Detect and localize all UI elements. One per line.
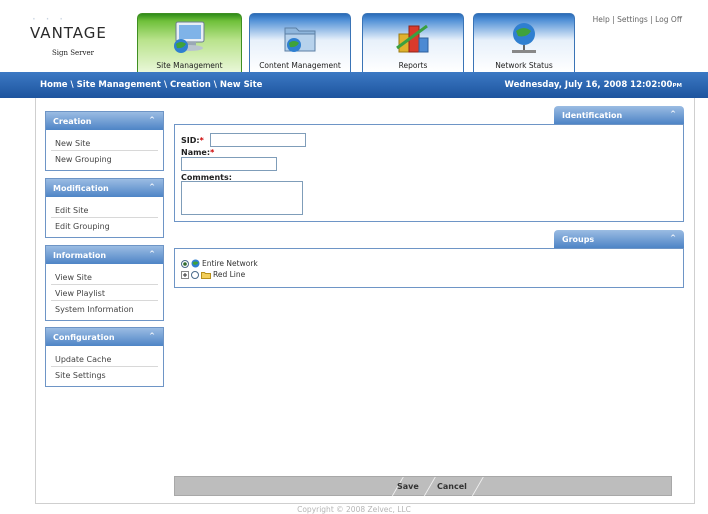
radio-selected-icon[interactable]: [181, 259, 189, 268]
datetime-text: Wednesday, July 16, 2008 12:02:00: [504, 80, 673, 90]
sidebar-item-site-settings[interactable]: Site Settings: [51, 367, 158, 382]
log-off-link[interactable]: Log Off: [655, 15, 682, 24]
sidebar-section-title: Modification: [53, 184, 109, 193]
breadcrumb: Home \ Site Management \ Creation \ New …: [40, 80, 263, 90]
save-button[interactable]: Save: [397, 482, 419, 491]
collapse-caret-icon[interactable]: ^: [670, 110, 676, 118]
bar-chart-icon: [396, 24, 429, 53]
sidebar-item-edit-site[interactable]: Edit Site: [51, 202, 158, 218]
sid-input[interactable]: [210, 133, 306, 147]
name-label: Name:*: [181, 148, 214, 157]
top-links: Help | Settings | Log Off: [592, 15, 682, 24]
sidebar-section-creation: Creation ^ New Site New Grouping: [45, 111, 164, 171]
tab-label: Network Status: [495, 61, 553, 70]
tab-network-status[interactable]: Network Status: [473, 13, 575, 72]
globe-icon: [191, 259, 200, 268]
sidebar-item-view-site[interactable]: View Site: [51, 269, 158, 285]
sid-label-text: SID:: [181, 136, 200, 145]
sidebar-item-system-information[interactable]: System Information: [51, 301, 158, 316]
sid-label: SID:*: [181, 136, 204, 145]
sidebar-section-title: Information: [53, 251, 107, 260]
panel-title: Identification: [562, 111, 623, 120]
folder-globe-icon: [284, 27, 316, 52]
collapse-caret-icon[interactable]: ^: [149, 250, 155, 258]
sidebar-item-new-site[interactable]: New Site: [51, 135, 158, 151]
action-separator: [423, 477, 436, 497]
collapse-caret-icon[interactable]: ^: [149, 332, 155, 340]
copyright-text: Copyright © 2008 Zelvec, LLC: [297, 505, 411, 514]
app-header: · · · VANTAGE Sign Server Site Managemen…: [0, 0, 708, 72]
nav-bar: Home \ Site Management \ Creation \ New …: [0, 72, 708, 98]
breadcrumb-site-management[interactable]: Site Management: [77, 80, 161, 90]
sidebar-section-title: Creation: [53, 117, 92, 126]
panel-title: Groups: [562, 235, 595, 244]
sidebar-item-view-playlist[interactable]: View Playlist: [51, 285, 158, 301]
tab-reports[interactable]: Reports: [362, 13, 464, 72]
name-label-text: Name:: [181, 148, 211, 157]
sidebar-section-header[interactable]: Information ^: [46, 246, 163, 264]
breadcrumb-home[interactable]: Home: [40, 80, 68, 90]
comments-textarea[interactable]: [181, 181, 303, 215]
radio-unselected-icon[interactable]: [191, 270, 199, 279]
groups-panel-header[interactable]: Groups ^: [554, 230, 684, 248]
logo-subtitle: Sign Server: [52, 49, 94, 57]
sidebar-section-modification: Modification ^ Edit Site Edit Grouping: [45, 178, 164, 238]
cancel-button[interactable]: Cancel: [437, 482, 467, 491]
required-marker: *: [210, 148, 215, 157]
breadcrumb-creation[interactable]: Creation: [170, 80, 211, 90]
computer-globe-icon: [173, 21, 204, 53]
settings-link[interactable]: Settings: [617, 15, 648, 24]
collapse-caret-icon[interactable]: ^: [149, 116, 155, 124]
sidebar-section-information: Information ^ View Site View Playlist Sy…: [45, 245, 164, 321]
logo-wordmark: VANTAGE: [30, 24, 107, 42]
sidebar-item-update-cache[interactable]: Update Cache: [51, 351, 158, 367]
action-bar: Save Cancel: [174, 476, 672, 497]
tab-label: Content Management: [259, 61, 341, 70]
current-datetime: Wednesday, July 16, 2008 12:02:00PM: [505, 80, 683, 90]
vantage-logo: · · · VANTAGE Sign Server: [30, 12, 130, 62]
identification-panel: Identification ^ SID:* Name:* Comments:: [174, 106, 684, 222]
sidebar-section-configuration: Configuration ^ Update Cache Site Settin…: [45, 327, 164, 387]
collapse-caret-icon[interactable]: ^: [670, 234, 676, 242]
help-link[interactable]: Help: [593, 15, 610, 24]
expand-plus-icon[interactable]: [181, 270, 189, 279]
sidebar-item-new-grouping[interactable]: New Grouping: [51, 151, 158, 166]
tab-label: Reports: [398, 61, 428, 70]
tab-site-management[interactable]: Site Management: [137, 13, 242, 72]
sidebar-item-edit-grouping[interactable]: Edit Grouping: [51, 218, 158, 233]
breadcrumb-new-site: New Site: [219, 80, 263, 90]
collapse-caret-icon[interactable]: ^: [149, 183, 155, 191]
name-input[interactable]: [181, 157, 277, 171]
sidebar-section-header[interactable]: Modification ^: [46, 179, 163, 197]
groups-panel: Groups ^ Entire Network Red Line: [174, 230, 684, 288]
tree-item-label: Entire Network: [202, 259, 258, 268]
sidebar-section-header[interactable]: Configuration ^: [46, 328, 163, 346]
content-frame: Creation ^ New Site New Grouping Modific…: [35, 98, 695, 504]
tab-label: Site Management: [156, 61, 223, 70]
content-area: Creation ^ New Site New Grouping Modific…: [36, 98, 694, 503]
identification-panel-header[interactable]: Identification ^: [554, 106, 684, 124]
datetime-ampm: PM: [672, 83, 682, 89]
sidebar-section-header[interactable]: Creation ^: [46, 112, 163, 130]
folder-icon: [201, 271, 211, 279]
tree-item-red-line[interactable]: Red Line: [181, 270, 245, 279]
required-marker: *: [199, 136, 204, 145]
tab-content-management[interactable]: Content Management: [249, 13, 351, 72]
sidebar-section-title: Configuration: [53, 333, 115, 342]
action-separator: [471, 477, 484, 497]
tree-item-entire-network[interactable]: Entire Network: [181, 259, 258, 268]
tree-item-label: Red Line: [213, 270, 246, 279]
network-globe-icon: [512, 23, 536, 53]
